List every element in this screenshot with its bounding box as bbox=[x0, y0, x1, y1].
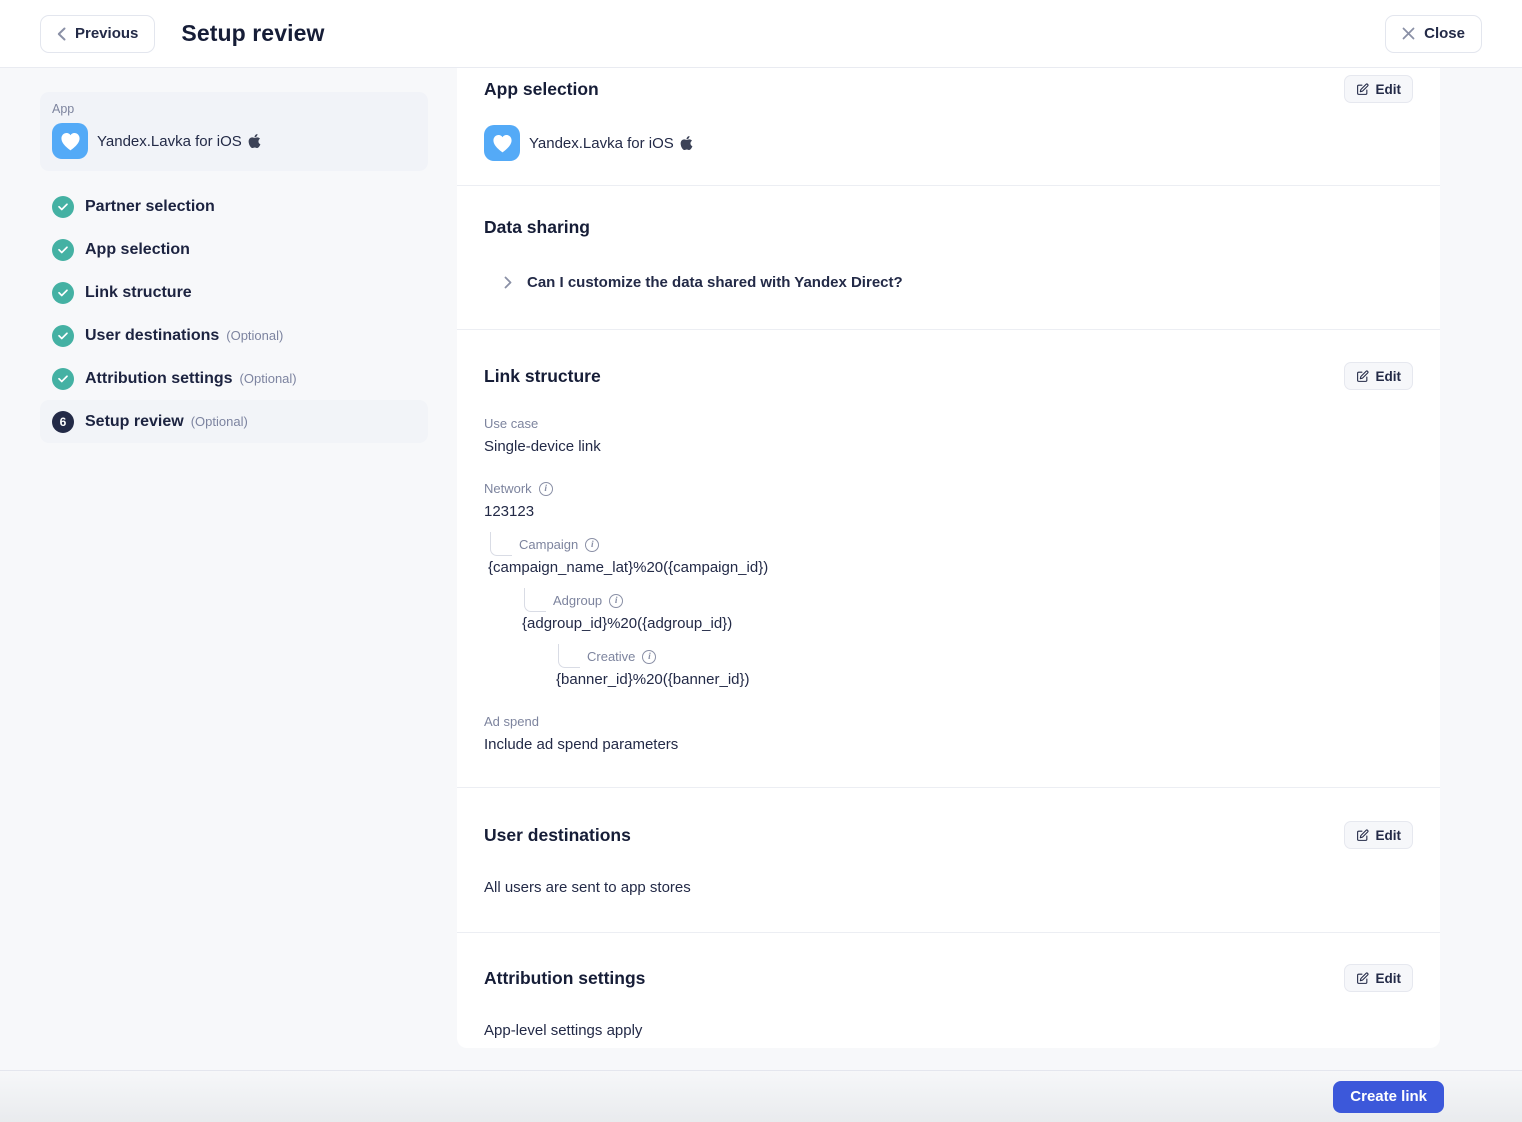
step-optional-label: (Optional) bbox=[240, 371, 297, 386]
close-label: Close bbox=[1424, 25, 1465, 42]
chevron-left-icon bbox=[57, 27, 66, 41]
user-destinations-edit-button[interactable]: Edit bbox=[1344, 821, 1414, 849]
info-icon[interactable]: i bbox=[539, 482, 553, 496]
user-destinations-value: All users are sent to app stores bbox=[484, 879, 1413, 896]
step-label: Link structure bbox=[85, 284, 192, 302]
step-done-check-icon bbox=[52, 325, 74, 347]
step-label: Setup review bbox=[85, 413, 184, 431]
attribution-settings-section: Attribution settings Edit App-level sett… bbox=[457, 933, 1440, 1048]
step-number-badge: 6 bbox=[52, 411, 74, 433]
network-label: Network i bbox=[484, 481, 1413, 496]
step-label: User destinations bbox=[85, 327, 219, 345]
use-case-value: Single-device link bbox=[484, 438, 1413, 455]
step-label: Attribution settings bbox=[85, 370, 233, 388]
top-bar: Previous Setup review Close bbox=[0, 0, 1522, 68]
selected-app-box: App Yandex.Lavka for iOS bbox=[40, 92, 428, 171]
adgroup-label: Adgroup i bbox=[553, 593, 1413, 608]
wizard-steps: Partner selection App selection Link str… bbox=[40, 185, 428, 443]
step-optional-label: (Optional) bbox=[226, 328, 283, 343]
step-optional-label: (Optional) bbox=[191, 414, 248, 429]
tree-connector bbox=[490, 532, 512, 556]
setup-review-panel: App selection Edit Yandex.Lavka for iOS bbox=[457, 68, 1440, 1048]
yandex-lavka-app-icon bbox=[52, 123, 88, 159]
network-value: 123123 bbox=[484, 503, 1413, 520]
ad-spend-label: Ad spend bbox=[484, 714, 1413, 729]
user-destinations-title: User destinations bbox=[484, 825, 631, 846]
edit-icon bbox=[1356, 972, 1369, 985]
adgroup-value: {adgroup_id}%20({adgroup_id}) bbox=[522, 615, 1413, 632]
data-sharing-section: Data sharing Can I customize the data sh… bbox=[457, 186, 1440, 330]
edit-label: Edit bbox=[1376, 971, 1402, 986]
close-icon bbox=[1402, 27, 1415, 40]
create-link-button[interactable]: Create link bbox=[1333, 1081, 1444, 1113]
creative-value: {banner_id}%20({banner_id}) bbox=[556, 671, 1413, 688]
sidebar-step-link-structure[interactable]: Link structure bbox=[40, 271, 428, 314]
sidebar-step-partner-selection[interactable]: Partner selection bbox=[40, 185, 428, 228]
use-case-label: Use case bbox=[484, 416, 1413, 431]
faq-question: Can I customize the data shared with Yan… bbox=[527, 274, 903, 291]
attribution-settings-title: Attribution settings bbox=[484, 968, 645, 989]
sidebar-step-app-selection[interactable]: App selection bbox=[40, 228, 428, 271]
tree-level-campaign: Campaign i {campaign_name_lat}%20({campa… bbox=[490, 537, 1413, 576]
close-button[interactable]: Close bbox=[1385, 15, 1482, 53]
apple-logo-icon bbox=[680, 135, 693, 151]
edit-label: Edit bbox=[1376, 828, 1402, 843]
wizard-sidebar: App Yandex.Lavka for iOS Partner selecti… bbox=[0, 68, 457, 443]
sidebar-step-user-destinations[interactable]: User destinations (Optional) bbox=[40, 314, 428, 357]
previous-button[interactable]: Previous bbox=[40, 15, 155, 53]
footer-bar: Create link bbox=[0, 1070, 1522, 1122]
step-label: Partner selection bbox=[85, 198, 215, 216]
campaign-value: {campaign_name_lat}%20({campaign_id}) bbox=[488, 559, 1413, 576]
app-selection-title: App selection bbox=[484, 79, 599, 100]
attribution-settings-edit-button[interactable]: Edit bbox=[1344, 964, 1414, 992]
previous-label: Previous bbox=[75, 25, 138, 42]
tree-level-creative: Creative i {banner_id}%20({banner_id}) bbox=[558, 649, 1413, 688]
step-done-check-icon bbox=[52, 196, 74, 218]
user-destinations-section: User destinations Edit All users are sen… bbox=[457, 788, 1440, 933]
yandex-lavka-app-icon bbox=[484, 125, 520, 161]
apple-logo-icon bbox=[248, 133, 261, 149]
edit-label: Edit bbox=[1376, 369, 1402, 384]
edit-icon bbox=[1356, 829, 1369, 842]
step-done-check-icon bbox=[52, 282, 74, 304]
info-icon[interactable]: i bbox=[609, 594, 623, 608]
sidebar-step-attribution-settings[interactable]: Attribution settings (Optional) bbox=[40, 357, 428, 400]
creative-label: Creative i bbox=[587, 649, 1413, 664]
edit-icon bbox=[1356, 370, 1369, 383]
edit-icon bbox=[1356, 83, 1369, 96]
step-done-check-icon bbox=[52, 368, 74, 390]
tree-connector bbox=[524, 588, 546, 612]
tree-connector bbox=[558, 644, 580, 668]
info-icon[interactable]: i bbox=[642, 650, 656, 664]
app-name: Yandex.Lavka for iOS bbox=[97, 133, 242, 150]
sidebar-step-setup-review[interactable]: 6 Setup review (Optional) bbox=[40, 400, 428, 443]
step-done-check-icon bbox=[52, 239, 74, 261]
data-sharing-title: Data sharing bbox=[484, 217, 590, 238]
content-area: App Yandex.Lavka for iOS Partner selecti… bbox=[0, 68, 1522, 1070]
step-label: App selection bbox=[85, 241, 190, 259]
link-structure-edit-button[interactable]: Edit bbox=[1344, 362, 1414, 390]
app-box-label: App bbox=[52, 102, 416, 116]
info-icon[interactable]: i bbox=[585, 538, 599, 552]
chevron-right-icon bbox=[504, 276, 512, 289]
campaign-label: Campaign i bbox=[519, 537, 1413, 552]
app-name: Yandex.Lavka for iOS bbox=[529, 135, 674, 152]
tree-level-adgroup: Adgroup i {adgroup_id}%20({adgroup_id}) bbox=[524, 593, 1413, 632]
app-selection-edit-button[interactable]: Edit bbox=[1344, 75, 1414, 103]
page-title: Setup review bbox=[181, 20, 324, 47]
attribution-settings-value: App-level settings apply bbox=[484, 1022, 1413, 1039]
app-selection-section: App selection Edit Yandex.Lavka for iOS bbox=[457, 68, 1440, 186]
edit-label: Edit bbox=[1376, 82, 1402, 97]
link-structure-title: Link structure bbox=[484, 366, 601, 387]
data-sharing-faq-toggle[interactable]: Can I customize the data shared with Yan… bbox=[484, 274, 1413, 291]
link-structure-section: Link structure Edit Use case Single-devi… bbox=[457, 330, 1440, 788]
ad-spend-value: Include ad spend parameters bbox=[484, 736, 1413, 753]
